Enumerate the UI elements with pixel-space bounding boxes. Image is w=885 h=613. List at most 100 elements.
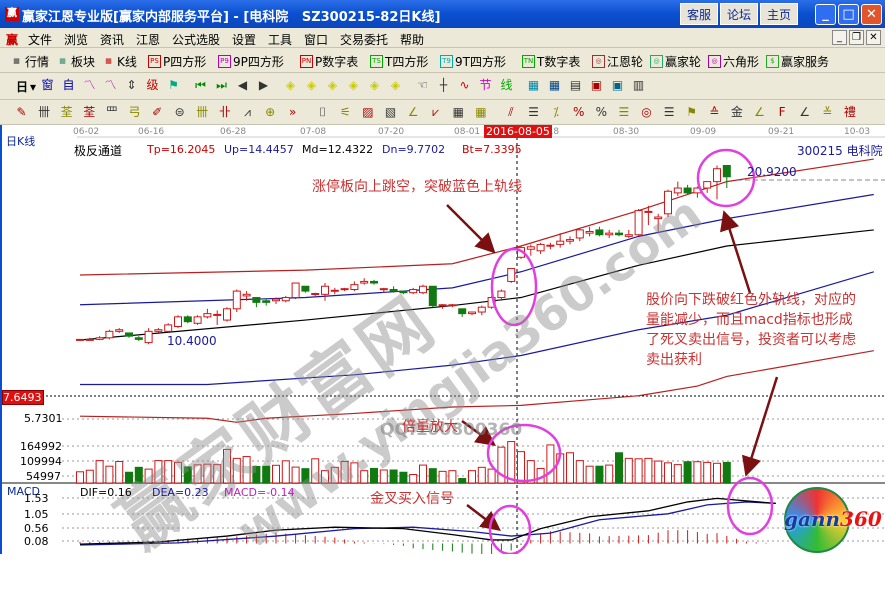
menu-item[interactable]: 窗口 xyxy=(304,31,328,48)
percent-icon[interactable]: % xyxy=(571,105,586,120)
mdi-minimize-icon[interactable]: _ xyxy=(832,30,847,45)
gann-diamond5-icon[interactable]: ◈ xyxy=(367,78,382,93)
fan7-icon[interactable]: 禮 xyxy=(842,105,857,120)
square1-icon[interactable]: ▨ xyxy=(360,105,375,120)
fan1-icon[interactable]: 罒 xyxy=(104,105,119,120)
fan6-icon[interactable]: ≚ xyxy=(820,105,835,120)
parallel-icon[interactable]: 卌 xyxy=(195,105,210,120)
gold4-icon[interactable]: ≙ xyxy=(707,105,722,120)
grid4-icon[interactable]: ▦ xyxy=(473,105,488,120)
forum-button[interactable]: 论坛 xyxy=(720,3,759,25)
prev-icon[interactable]: ◀ xyxy=(235,78,250,93)
pencil-icon[interactable]: ✐ xyxy=(150,105,165,120)
minimize-icon[interactable]: _ xyxy=(815,4,836,25)
fan-lines-icon[interactable]: ⚟ xyxy=(338,105,353,120)
last-icon[interactable]: ⏭ xyxy=(214,78,229,93)
wave-icon[interactable]: ∿ xyxy=(457,78,472,93)
crosshair-icon[interactable]: ┼ xyxy=(436,78,451,93)
box-icon[interactable]: ⌷ xyxy=(315,105,330,120)
notes-icon[interactable]: ▤ xyxy=(568,78,583,93)
network-icon[interactable]: ▣ xyxy=(610,78,625,93)
menu-item[interactable]: 浏览 xyxy=(64,31,88,48)
table-icon[interactable]: ☰ xyxy=(526,105,541,120)
toolbar-button-gann-wheel[interactable]: ◎ 江恩轮 xyxy=(592,53,643,70)
gold-line1-icon[interactable]: 荃 xyxy=(59,105,74,120)
toolbar-button-t9[interactable]: T9 9T四方形 xyxy=(440,53,506,70)
menu-item[interactable]: 交易委托 xyxy=(340,31,388,48)
next-icon[interactable]: ▶ xyxy=(256,78,271,93)
angle3-icon[interactable]: 金 xyxy=(729,105,744,120)
toolbar-button-kline[interactable]: ▦ K线 xyxy=(102,53,137,70)
gann-diamond3-icon[interactable]: ◈ xyxy=(325,78,340,93)
period9-icon[interactable]: 〽 xyxy=(103,78,118,93)
percent-line-icon[interactable]: ⁒ xyxy=(549,105,564,120)
hand-icon[interactable]: ☜ xyxy=(415,78,430,93)
square2-icon[interactable]: ▧ xyxy=(383,105,398,120)
grid2-icon[interactable]: 卝 xyxy=(217,105,232,120)
slash-icon[interactable]: ⫽ xyxy=(503,105,518,120)
period3-icon[interactable]: 〽 xyxy=(82,78,97,93)
spiral-icon[interactable]: 弓 xyxy=(127,105,142,120)
print-icon[interactable]: ▥ xyxy=(631,78,646,93)
wave2-icon[interactable]: ⩗ xyxy=(428,105,443,120)
self-select-icon[interactable]: 自 xyxy=(61,78,76,93)
first-icon[interactable]: ⏮ xyxy=(193,78,208,93)
fan5-icon[interactable]: ∠ xyxy=(797,105,812,120)
gann-diamond6-icon[interactable]: ◈ xyxy=(388,78,403,93)
menu-item[interactable]: 公式选股 xyxy=(172,31,220,48)
line-icon[interactable]: 线 xyxy=(499,78,514,93)
toolbar-button-hexagon[interactable]: ◎ 六角形 xyxy=(708,53,759,70)
toolbar-button-p9[interactable]: P9 9P四方形 xyxy=(218,53,284,70)
menu-item[interactable]: 设置 xyxy=(232,31,256,48)
toolbar-button-ps[interactable]: PS P四方形 xyxy=(148,53,206,70)
save-icon[interactable]: ▣ xyxy=(589,78,604,93)
candle-type-icon[interactable]: ⇕ xyxy=(124,78,139,93)
gann-diamond1-icon[interactable]: ◈ xyxy=(283,78,298,93)
home-button[interactable]: 主页 xyxy=(760,3,799,25)
menu-item[interactable]: 文件 xyxy=(28,31,52,48)
toolbar-button-ts[interactable]: TS T四方形 xyxy=(370,53,428,70)
fan3-icon[interactable]: ⚑ xyxy=(684,105,699,120)
period-dropdown[interactable]: 日 ▾ xyxy=(16,78,36,95)
fan4-icon[interactable]: ∠ xyxy=(752,105,767,120)
menu-item[interactable]: 资讯 xyxy=(100,31,124,48)
gold-line3-icon[interactable]: ◎ xyxy=(639,105,654,120)
quote-table-icon: ▦ xyxy=(13,57,20,65)
calendar-icon[interactable]: ▦ xyxy=(526,78,541,93)
mdi-restore-icon[interactable]: ❐ xyxy=(849,30,864,45)
angle2-icon[interactable]: ∠ xyxy=(406,105,421,120)
node-icon[interactable]: 节 xyxy=(478,78,493,93)
gold-line2-icon[interactable]: 荃 xyxy=(82,105,97,120)
angle-icon[interactable]: ⩘ xyxy=(240,105,255,120)
gann-diamond4-icon[interactable]: ◈ xyxy=(346,78,361,93)
percent2-icon[interactable]: % xyxy=(594,105,609,120)
maximize-icon[interactable]: □ xyxy=(838,4,859,25)
toolbar-button-dollar[interactable]: $ 赢家服务 xyxy=(766,53,829,70)
gold-circle-icon[interactable]: ☰ xyxy=(616,105,631,120)
toolbar-button-winner-wheel[interactable]: ◎ 赢家轮 xyxy=(650,53,701,70)
gann-diamond2-icon[interactable]: ◈ xyxy=(304,78,319,93)
target-icon[interactable]: ⊕ xyxy=(263,105,278,120)
gold5-icon[interactable]: F xyxy=(775,105,790,120)
customer-service-button[interactable]: 客服 xyxy=(680,3,719,25)
mdi-close-icon[interactable]: ✕ xyxy=(866,30,881,45)
grid-icon[interactable]: 卌 xyxy=(37,105,52,120)
flag-icon[interactable]: ⚑ xyxy=(166,78,181,93)
close-icon[interactable]: ✕ xyxy=(861,4,882,25)
circle-icon[interactable]: ⊜ xyxy=(172,105,187,120)
cone-icon[interactable]: ☰ xyxy=(662,105,677,120)
toolbar-button-sector[interactable]: ▦ 板块 xyxy=(56,53,95,70)
toolbar-button-tn[interactable]: TN T数字表 xyxy=(522,53,580,70)
menu-item[interactable]: 工具 xyxy=(268,31,292,48)
weight-icon[interactable]: 级 xyxy=(145,78,160,93)
grid3-icon[interactable]: ▦ xyxy=(451,105,466,120)
toolbar-button-pn[interactable]: PN P数字表 xyxy=(300,53,358,70)
kline-chart[interactable]: 赢家财富网 www.yingjia360.com 日K线 06-02 06-16 0… xyxy=(0,125,885,564)
pen-icon[interactable]: ✎ xyxy=(14,105,29,120)
more-icon[interactable]: » xyxy=(285,105,300,120)
calculator-icon[interactable]: ▦ xyxy=(547,78,562,93)
toolbar-button-quote-table[interactable]: ▦ 行情 xyxy=(10,53,49,70)
menu-item[interactable]: 帮助 xyxy=(400,31,424,48)
menu-item[interactable]: 江恩 xyxy=(136,31,160,48)
window-icon[interactable]: 窗 xyxy=(40,78,55,93)
